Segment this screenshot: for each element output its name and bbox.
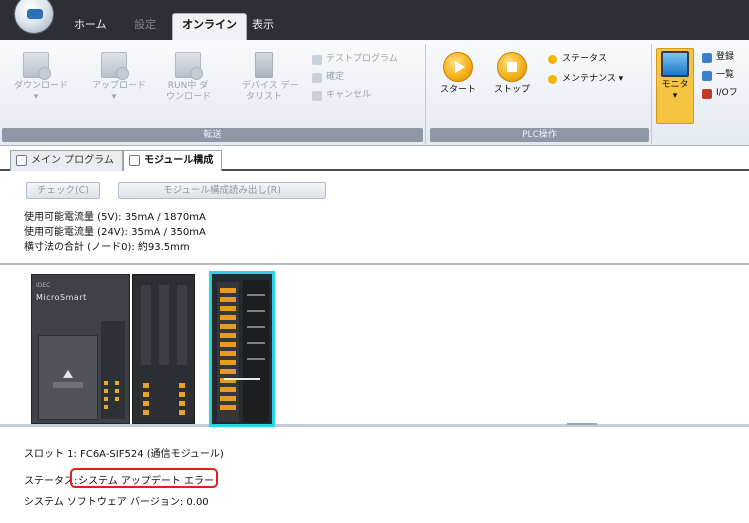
current-5v-info: 使用可能電流量 (5V): 35mA / 1870mA	[24, 212, 206, 223]
status-button[interactable]: ステータス	[548, 52, 607, 67]
list-button[interactable]: 一覧	[702, 68, 734, 83]
io-force-button[interactable]: I/Oフ	[702, 86, 738, 101]
cancel-button[interactable]: キャンセル	[312, 88, 371, 103]
test-program-icon	[312, 55, 322, 65]
device-data-label-2: タリスト	[245, 92, 282, 102]
monitor-label: モニタ	[661, 80, 689, 90]
test-program-label: テストプログラム	[326, 54, 398, 64]
list-icon	[702, 71, 712, 81]
cpu-arrow-icon	[63, 370, 73, 378]
group-label-transfer: 転送	[2, 128, 423, 142]
download-label: ダウンロード	[14, 81, 69, 91]
tab-module-config[interactable]: モジュール構成	[123, 150, 223, 171]
cpu-brand-label: MicroSmart	[36, 293, 87, 302]
upload-button[interactable]: アップロード ▾	[92, 50, 147, 116]
cancel-label: キャンセル	[326, 90, 372, 100]
program-icon	[16, 155, 27, 166]
current-24v-info: 使用可能電流量 (24V): 35mA / 350mA	[24, 227, 206, 238]
confirm-icon	[312, 73, 322, 83]
download-dropdown-icon[interactable]: ▾	[14, 92, 58, 103]
error-highlight-box	[70, 468, 218, 488]
io-force-icon	[702, 89, 712, 99]
cancel-icon	[312, 91, 322, 101]
device-data-label-1: デバイス デー	[242, 81, 299, 91]
stop-icon	[497, 52, 527, 82]
monitor-icon	[661, 51, 689, 77]
cpu-module[interactable]: IDEC MicroSmart	[31, 274, 130, 424]
application-menu-button[interactable]	[14, 0, 54, 34]
system-version-info: システム ソフトウェア バージョン: 0.00	[24, 497, 209, 508]
upload-label: アップロード	[92, 81, 147, 91]
confirm-label: 確定	[326, 72, 345, 82]
cpu-slot	[53, 382, 83, 388]
slot-info: スロット 1: FC6A-SIF524 (通信モジュール)	[24, 449, 224, 460]
status-button-label: ステータス	[562, 54, 608, 64]
document-tab-bar: メイン プログラム モジュール構成	[0, 146, 749, 171]
module-face	[243, 280, 269, 423]
stop-button[interactable]: ストップ	[490, 50, 534, 116]
monitor-dropdown-icon[interactable]: ▾	[657, 91, 693, 102]
tab-view[interactable]: 表示	[246, 14, 280, 36]
io-force-label: I/Oフ	[716, 88, 738, 98]
upload-icon	[101, 52, 129, 80]
upload-dropdown-icon[interactable]: ▾	[92, 92, 136, 103]
module-canvas: IDEC MicroSmart	[0, 265, 749, 427]
stop-label: ストップ	[493, 85, 530, 95]
play-icon	[443, 52, 473, 82]
tab-settings[interactable]: 設定	[128, 14, 162, 36]
run-download-label-1: RUN中 ダ	[167, 81, 209, 91]
cpu-cover	[38, 335, 98, 420]
group-monitor: モニタ ▾ 登録 一覧 I/Oフ	[654, 44, 749, 144]
test-program-button[interactable]: テストプログラム	[312, 52, 398, 67]
run-download-label-2: ウンロード	[166, 92, 212, 102]
group-plc: スタート ストップ ステータス メンテナンス ▾ PLC操作	[428, 44, 652, 144]
module-config-panel: チェック(C) モジュール構成読み出し(R) 使用可能電流量 (5V): 35m…	[0, 171, 749, 265]
tab-main-program[interactable]: メイン プログラム	[10, 150, 123, 171]
confirm-button[interactable]: 確定	[312, 70, 344, 85]
monitor-button[interactable]: モニタ ▾	[656, 48, 694, 124]
download-button[interactable]: ダウンロード ▾	[14, 50, 69, 116]
ribbon-tab-bar: ホーム 設定 オンライン 表示	[0, 0, 749, 40]
run-download-icon	[175, 52, 203, 80]
start-button[interactable]: スタート	[436, 50, 480, 116]
group-transfer: ダウンロード ▾ アップロード ▾ RUN中 ダ ウンロード デバイス デー タ…	[0, 44, 426, 144]
register-label: 登録	[716, 52, 735, 62]
app-logo-icon	[27, 9, 43, 19]
device-data-icon	[255, 52, 273, 78]
communication-module-selected[interactable]	[209, 271, 275, 427]
group-label-plc: PLC操作	[430, 128, 649, 142]
tab-module-config-label: モジュール構成	[144, 155, 214, 166]
download-icon	[23, 52, 51, 80]
module-status-panel: スロット 1: FC6A-SIF524 (通信モジュール) ステータス: システ…	[0, 427, 749, 523]
tab-home[interactable]: ホーム	[68, 14, 113, 36]
io-module-1[interactable]	[132, 274, 195, 424]
module-label-strip	[224, 378, 260, 380]
width-total-info: 横寸法の合計 (ノード0): 約93.5mm	[24, 242, 190, 253]
tab-online[interactable]: オンライン	[172, 13, 247, 40]
splitter-handle[interactable]	[567, 423, 597, 425]
register-icon	[702, 53, 712, 63]
register-button[interactable]: 登録	[702, 50, 734, 65]
check-button[interactable]: チェック(C)	[26, 182, 100, 199]
terminal-block	[217, 282, 239, 422]
cpu-led-panel	[101, 321, 125, 419]
maintenance-label: メンテナンス ▾	[562, 74, 624, 84]
list-label: 一覧	[716, 70, 735, 80]
device-data-list-button[interactable]: デバイス デー タリスト	[242, 50, 299, 116]
cpu-maker-label: IDEC	[36, 282, 51, 289]
tab-main-program-label: メイン プログラム	[31, 155, 114, 166]
read-config-button[interactable]: モジュール構成読み出し(R)	[118, 182, 326, 199]
status-warning-icon	[548, 55, 557, 64]
module-config-icon	[129, 155, 140, 166]
maintenance-warning-icon	[548, 75, 557, 84]
run-download-button[interactable]: RUN中 ダ ウンロード	[166, 50, 212, 116]
ribbon: ホーム 設定 オンライン 表示 ダウンロード ▾ アップロード ▾ RUN中 ダ…	[0, 0, 749, 146]
start-label: スタート	[439, 85, 476, 95]
maintenance-button[interactable]: メンテナンス ▾	[548, 72, 623, 87]
